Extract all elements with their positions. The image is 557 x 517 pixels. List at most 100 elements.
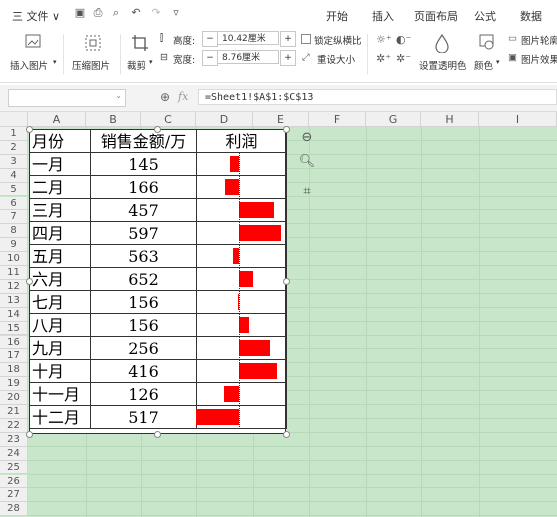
width-decrease-button[interactable]: −: [202, 50, 218, 66]
width-increase-button[interactable]: +: [280, 50, 296, 66]
row-header-9[interactable]: 9: [0, 238, 28, 253]
resize-handle[interactable]: [282, 430, 290, 438]
row-header-20[interactable]: 20: [0, 391, 28, 405]
picture-outline-button[interactable]: 图片轮廓: [521, 33, 557, 47]
print-icon[interactable]: ⎙: [92, 7, 104, 19]
compress-picture-button[interactable]: 压缩图片: [72, 32, 116, 80]
picture-outline-icon: ▭: [508, 33, 517, 44]
column-header-F[interactable]: F: [309, 112, 366, 127]
width-input[interactable]: 8.76厘米: [217, 50, 279, 64]
name-box[interactable]: ⌄: [8, 89, 126, 107]
quick-access-dropdown-icon[interactable]: ▿: [170, 7, 182, 19]
row-header-8[interactable]: 8: [0, 224, 28, 239]
tab-formula[interactable]: 公式: [474, 8, 496, 24]
name-box-dropdown-icon[interactable]: ⌄: [115, 91, 122, 100]
crop-float-icon[interactable]: ⌗: [297, 182, 317, 202]
tab-page-layout[interactable]: 页面布局: [414, 8, 458, 24]
row-header-18[interactable]: 18: [0, 363, 28, 378]
print-preview-icon[interactable]: ⌕: [110, 7, 122, 19]
profit-axis: [239, 291, 240, 314]
resize-handle[interactable]: [154, 430, 161, 438]
resize-handle[interactable]: [282, 125, 290, 133]
undo-icon[interactable]: ↶: [130, 7, 142, 19]
row-header-24[interactable]: 24: [0, 446, 28, 461]
color-dropdown-icon[interactable]: ▾: [496, 58, 500, 66]
column-header-A[interactable]: A: [28, 112, 86, 127]
profit-axis: [239, 383, 240, 406]
column-header-I[interactable]: I: [479, 112, 557, 127]
file-menu[interactable]: 三 文件 ∨: [12, 8, 60, 24]
row-header-6[interactable]: 6: [0, 196, 28, 211]
compress-picture-label: 压缩图片: [72, 61, 111, 72]
row-header-23[interactable]: 23: [0, 432, 28, 447]
row-header-4[interactable]: 4: [0, 168, 28, 183]
lock-ratio-checkbox[interactable]: [301, 34, 311, 44]
linked-picture-table[interactable]: 月份 销售金额/万 利润 一月 145 二月 166 三月 457 四月 597 五月 563 六月 652…: [29, 129, 287, 434]
row-header-16[interactable]: 16: [0, 335, 28, 350]
set-transparent-color-button[interactable]: 设置透明色: [417, 32, 467, 80]
row-header-17[interactable]: 17: [0, 349, 28, 364]
resize-handle[interactable]: [25, 278, 33, 285]
row-header-7[interactable]: 7: [0, 210, 28, 225]
tab-home[interactable]: 开始: [326, 8, 348, 24]
crop-button[interactable]: 裁剪 ▾: [125, 32, 155, 80]
profit-bar-cell: [197, 291, 287, 314]
picture-effect-button[interactable]: 图片效果: [521, 52, 557, 66]
row-header-1[interactable]: 1: [0, 127, 28, 141]
height-input[interactable]: 10.42厘米: [217, 31, 279, 45]
row-header-28[interactable]: 28: [0, 502, 28, 517]
row-header-2[interactable]: 2: [0, 140, 28, 155]
column-header-E[interactable]: E: [253, 112, 309, 127]
row-header-13[interactable]: 13: [0, 293, 28, 308]
fx-icon[interactable]: fx: [178, 90, 188, 103]
row-header-22[interactable]: 22: [0, 418, 28, 433]
height-increase-button[interactable]: +: [280, 31, 296, 47]
grid-row-line: [28, 445, 557, 447]
resize-handle[interactable]: [282, 278, 290, 285]
resize-handle[interactable]: [154, 125, 161, 133]
formula-input[interactable]: =Sheet1!$A$1:$C$13: [198, 89, 557, 105]
decrease-contrast-icon[interactable]: ◐⁻: [396, 33, 411, 46]
profit-bar: [239, 225, 281, 241]
picture-tools-ribbon: 插入图片 ▾ 压缩图片 裁剪 ▾ ⫿ 高度: − 10.42厘米 + ⊟ 宽度:…: [0, 28, 557, 83]
redo-icon[interactable]: ↷: [150, 7, 162, 19]
column-header-D[interactable]: D: [196, 112, 253, 127]
color-label: 颜色: [474, 61, 494, 72]
row-header-15[interactable]: 15: [0, 321, 28, 336]
insert-picture-dropdown-icon[interactable]: ▾: [53, 58, 57, 66]
resize-handle[interactable]: [25, 125, 33, 133]
row-header-19[interactable]: 19: [0, 377, 28, 392]
resize-handle[interactable]: [25, 430, 33, 438]
row-header-27[interactable]: 27: [0, 488, 28, 503]
insert-picture-button[interactable]: 插入图片 ▾: [10, 32, 57, 80]
column-header-H[interactable]: H: [421, 112, 479, 127]
column-header-B[interactable]: B: [86, 112, 141, 127]
row-header-10[interactable]: 10: [0, 252, 28, 266]
tab-insert[interactable]: 插入: [372, 8, 394, 24]
reset-size-button[interactable]: 重设大小: [317, 52, 355, 66]
zoom-icon[interactable]: ⊕: [160, 90, 170, 104]
height-icon: ⫿: [160, 33, 164, 44]
column-header-G[interactable]: G: [366, 112, 421, 127]
select-all-corner[interactable]: [0, 112, 28, 127]
column-header-C[interactable]: C: [141, 112, 196, 127]
row-header-14[interactable]: 14: [0, 307, 28, 322]
row-header-3[interactable]: 3: [0, 154, 28, 169]
row-header-25[interactable]: 25: [0, 460, 28, 475]
increase-brightness-icon[interactable]: ✲⁺: [376, 52, 391, 65]
height-decrease-button[interactable]: −: [202, 31, 218, 47]
collapse-float-button[interactable]: ⊖: [297, 128, 317, 148]
zoom-picture-icon[interactable]: 🔍︎: [297, 152, 317, 172]
row-header-21[interactable]: 21: [0, 405, 28, 419]
increase-contrast-icon[interactable]: ☼⁺: [376, 33, 392, 46]
decrease-brightness-icon[interactable]: ✲⁻: [396, 52, 411, 65]
color-button[interactable]: 颜色 ▾: [472, 32, 502, 80]
row-header-12[interactable]: 12: [0, 279, 28, 294]
row-header-11[interactable]: 11: [0, 266, 28, 280]
crop-dropdown-icon[interactable]: ▾: [149, 58, 153, 66]
tab-data[interactable]: 数据: [520, 8, 542, 24]
save-icon[interactable]: ▣: [74, 7, 86, 19]
sales-cell: 517: [91, 406, 197, 429]
row-header-26[interactable]: 26: [0, 474, 28, 489]
row-header-5[interactable]: 5: [0, 182, 28, 197]
